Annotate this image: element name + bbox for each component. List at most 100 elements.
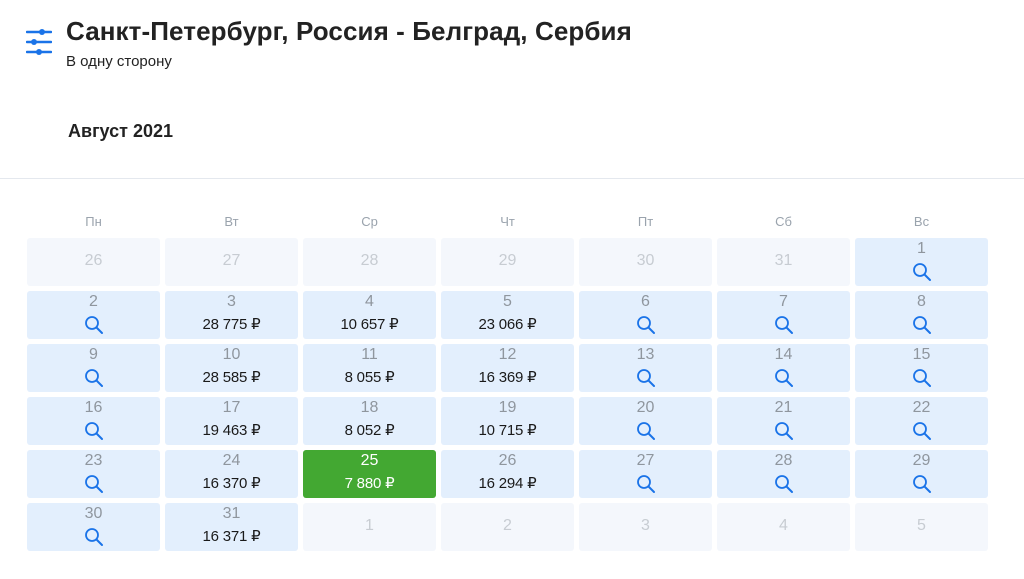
calendar-day-outside: 3 xyxy=(579,503,712,551)
calendar-day[interactable]: 9 xyxy=(27,344,160,392)
day-number: 4 xyxy=(365,293,374,310)
search-icon xyxy=(912,475,931,493)
calendar-day-outside: 2 xyxy=(441,503,574,551)
day-price: 8 055 ₽ xyxy=(344,369,395,386)
day-price: 8 052 ₽ xyxy=(344,422,395,439)
calendar-day[interactable]: 26 16 294 ₽ xyxy=(441,450,574,498)
search-icon xyxy=(912,263,931,281)
search-icon xyxy=(84,369,103,387)
search-icon xyxy=(636,422,655,440)
day-number: 28 xyxy=(360,252,379,269)
day-price: 7 880 ₽ xyxy=(344,475,395,492)
calendar-day[interactable]: 19 10 715 ₽ xyxy=(441,397,574,445)
day-number: 27 xyxy=(636,452,655,469)
search-icon xyxy=(84,528,103,546)
day-price: 10 657 ₽ xyxy=(340,316,399,333)
calendar-day[interactable]: 21 xyxy=(717,397,850,445)
calendar-day-outside: 26 xyxy=(27,238,160,286)
day-number: 3 xyxy=(641,517,650,534)
day-price: 28 585 ₽ xyxy=(202,369,261,386)
day-number: 5 xyxy=(917,517,926,534)
calendar-day[interactable]: 15 xyxy=(855,344,988,392)
day-number: 1 xyxy=(365,517,374,534)
day-number: 29 xyxy=(498,252,517,269)
day-number: 22 xyxy=(912,399,931,416)
day-price: 16 370 ₽ xyxy=(202,475,261,492)
search-icon xyxy=(774,475,793,493)
calendar-day[interactable]: 5 23 066 ₽ xyxy=(441,291,574,339)
calendar-day[interactable]: 7 xyxy=(717,291,850,339)
calendar-day[interactable]: 17 19 463 ₽ xyxy=(165,397,298,445)
weekday-label: Вт xyxy=(224,214,239,229)
weekday-label: Пт xyxy=(637,214,654,229)
calendar-day[interactable]: 14 xyxy=(717,344,850,392)
day-number: 31 xyxy=(222,505,241,522)
calendar-grid: 26 27 28 29 30 31 1 2 3 28 775 ₽4 10 657 ₽5 23 066 … xyxy=(27,238,989,551)
calendar-day-outside: 30 xyxy=(579,238,712,286)
day-number: 7 xyxy=(779,293,788,310)
search-icon xyxy=(84,316,103,334)
calendar-day[interactable]: 29 xyxy=(855,450,988,498)
day-number: 17 xyxy=(222,399,241,416)
day-number: 15 xyxy=(912,346,931,363)
sliders-icon[interactable] xyxy=(25,28,53,56)
search-icon xyxy=(912,316,931,334)
day-number: 8 xyxy=(917,293,926,310)
calendar-day[interactable]: 28 xyxy=(717,450,850,498)
day-number: 10 xyxy=(222,346,241,363)
calendar-day[interactable]: 30 xyxy=(27,503,160,551)
day-number: 30 xyxy=(636,252,655,269)
calendar-day[interactable]: 6 xyxy=(579,291,712,339)
calendar-day[interactable]: 11 8 055 ₽ xyxy=(303,344,436,392)
weekday-header-row: Пн Вт Ср Чт Пт Сб Вс xyxy=(27,214,989,234)
day-number: 6 xyxy=(641,293,650,310)
day-price: 23 066 ₽ xyxy=(478,316,537,333)
day-number: 18 xyxy=(360,399,379,416)
calendar-day[interactable]: 8 xyxy=(855,291,988,339)
day-number: 14 xyxy=(774,346,793,363)
day-number: 24 xyxy=(222,452,241,469)
calendar-day[interactable]: 20 xyxy=(579,397,712,445)
calendar-day[interactable]: 24 16 370 ₽ xyxy=(165,450,298,498)
day-number: 31 xyxy=(774,252,793,269)
weekday-label: Чт xyxy=(500,214,515,229)
day-number: 16 xyxy=(84,399,103,416)
calendar-day[interactable]: 10 28 585 ₽ xyxy=(165,344,298,392)
day-number: 27 xyxy=(222,252,241,269)
calendar-day[interactable]: 1 xyxy=(855,238,988,286)
day-price: 19 463 ₽ xyxy=(202,422,261,439)
calendar-day-selected[interactable]: 25 7 880 ₽ xyxy=(303,450,436,498)
route-title: Санкт-Петербург, Россия - Белград, Серби… xyxy=(66,16,632,46)
day-number: 12 xyxy=(498,346,517,363)
search-icon xyxy=(636,475,655,493)
calendar-day[interactable]: 18 8 052 ₽ xyxy=(303,397,436,445)
search-icon xyxy=(84,422,103,440)
calendar-day[interactable]: 4 10 657 ₽ xyxy=(303,291,436,339)
day-number: 29 xyxy=(912,452,931,469)
calendar-day-outside: 1 xyxy=(303,503,436,551)
day-number: 20 xyxy=(636,399,655,416)
calendar-day[interactable]: 3 28 775 ₽ xyxy=(165,291,298,339)
calendar-day[interactable]: 27 xyxy=(579,450,712,498)
day-number: 26 xyxy=(84,252,103,269)
day-price: 16 369 ₽ xyxy=(478,369,537,386)
calendar-day[interactable]: 22 xyxy=(855,397,988,445)
weekday-label: Сб xyxy=(775,214,792,229)
search-icon xyxy=(84,475,103,493)
day-number: 2 xyxy=(89,293,98,310)
search-icon xyxy=(774,316,793,334)
search-icon xyxy=(636,369,655,387)
day-number: 11 xyxy=(361,346,378,363)
calendar-day-outside: 28 xyxy=(303,238,436,286)
calendar-day[interactable]: 2 xyxy=(27,291,160,339)
filter-button[interactable] xyxy=(25,28,53,56)
calendar-day[interactable]: 23 xyxy=(27,450,160,498)
weekday-label: Вс xyxy=(913,214,930,229)
calendar-day[interactable]: 13 xyxy=(579,344,712,392)
calendar-day[interactable]: 12 16 369 ₽ xyxy=(441,344,574,392)
day-number: 25 xyxy=(360,452,379,469)
calendar-day-outside: 5 xyxy=(855,503,988,551)
day-number: 3 xyxy=(227,293,236,310)
calendar-day[interactable]: 16 xyxy=(27,397,160,445)
calendar-day[interactable]: 31 16 371 ₽ xyxy=(165,503,298,551)
